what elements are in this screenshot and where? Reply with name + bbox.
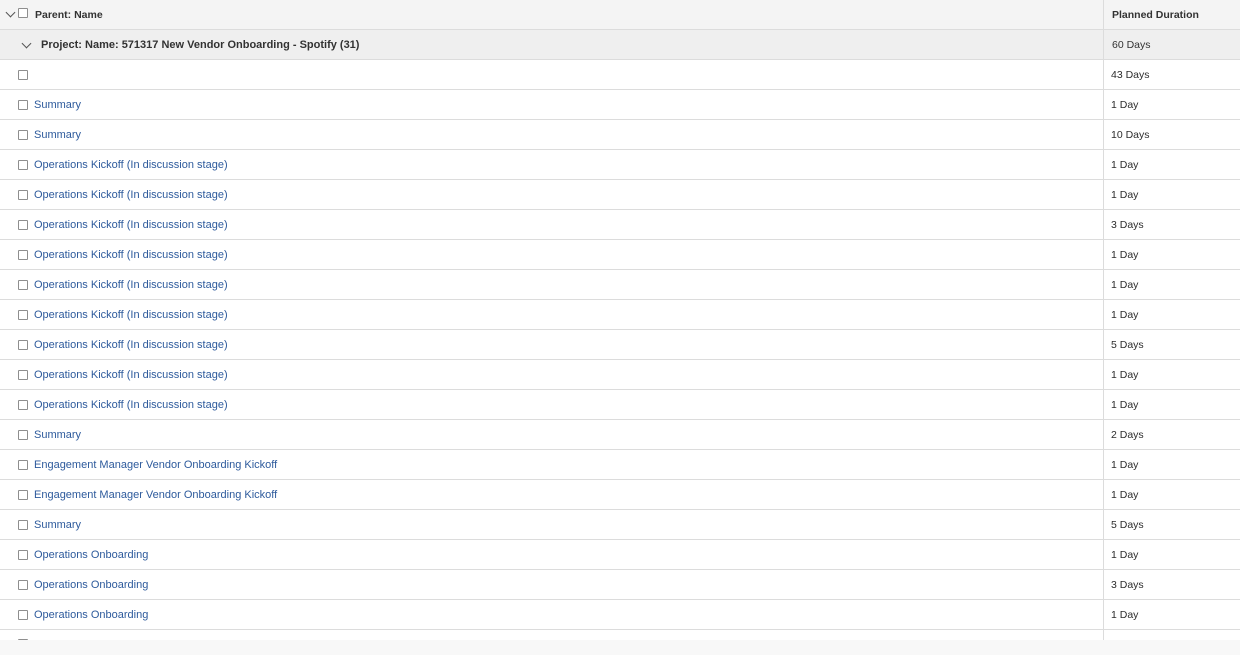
table-row[interactable]: Operations Kickoff (In discussion stage)… (0, 150, 1240, 180)
name-column-header[interactable]: Parent: Name (0, 0, 1104, 29)
planned-duration: 43 Days (1111, 68, 1150, 81)
table-row[interactable]: Operations Kickoff (In discussion stage)… (0, 330, 1240, 360)
row-checkbox[interactable] (18, 430, 28, 440)
project-group-row[interactable]: Project: Name: 571317 New Vendor Onboard… (0, 30, 1240, 60)
planned-duration: 1 Day (1111, 608, 1139, 621)
grid-header: Parent: Name Planned Duration (0, 0, 1240, 30)
row-checkbox[interactable] (18, 310, 28, 320)
task-name-link[interactable]: Summary (34, 519, 81, 531)
row-checkbox[interactable] (18, 460, 28, 470)
table-row[interactable]: Engagement Manager Vendor Onboarding Kic… (0, 450, 1240, 480)
table-row[interactable]: Engagement Manager Vendor Onboarding Kic… (0, 480, 1240, 510)
row-checkbox[interactable] (18, 190, 28, 200)
table-row[interactable]: Operations Onboarding 1 Day (0, 600, 1240, 630)
task-name-link[interactable]: Operations Onboarding (34, 579, 148, 591)
row-checkbox[interactable] (18, 490, 28, 500)
planned-duration: 1 Day (1111, 278, 1139, 291)
table-row[interactable]: Operations Kickoff (In discussion stage)… (0, 360, 1240, 390)
table-row[interactable]: Operations Kickoff (In discussion stage)… (0, 270, 1240, 300)
row-checkbox[interactable] (18, 70, 28, 80)
table-row[interactable]: Operations Kickoff (In discussion stage)… (0, 240, 1240, 270)
table-row[interactable]: Summary 2 Days (0, 420, 1240, 450)
select-all-checkbox[interactable] (18, 8, 28, 18)
project-group-label: Project: Name: 571317 New Vendor Onboard… (41, 38, 360, 51)
table-row[interactable]: Summary 5 Days (0, 510, 1240, 540)
planned-duration: 1 Day (1111, 548, 1139, 561)
task-name-link[interactable]: Operations Kickoff (In discussion stage) (34, 249, 228, 261)
table-row[interactable]: Operations Kickoff (In discussion stage)… (0, 180, 1240, 210)
task-name-link[interactable]: Operations Kickoff (In discussion stage) (34, 339, 228, 351)
name-column-label: Parent: Name (35, 8, 103, 21)
task-name-link[interactable]: Operations Onboarding (34, 609, 148, 621)
table-row[interactable]: 43 Days (0, 60, 1240, 90)
planned-duration: 2 Days (1111, 428, 1144, 441)
planned-duration: 5 Days (1111, 518, 1144, 531)
planned-duration: 1 Day (1111, 458, 1139, 471)
table-row[interactable]: Summary 1 Day (0, 90, 1240, 120)
row-checkbox[interactable] (18, 100, 28, 110)
planned-duration: 1 Day (1111, 308, 1139, 321)
task-name-link[interactable]: Engagement Manager Vendor Onboarding Kic… (34, 459, 277, 471)
row-checkbox[interactable] (18, 610, 28, 620)
table-row[interactable]: Operations Kickoff (In discussion stage)… (0, 210, 1240, 240)
task-name-link[interactable]: Operations Kickoff (In discussion stage) (34, 399, 228, 411)
task-name-link[interactable]: Operations Kickoff (In discussion stage) (34, 309, 228, 321)
planned-duration: 1 Day (1111, 398, 1139, 411)
table-row[interactable]: Operations Onboarding 3 Days (0, 570, 1240, 600)
row-checkbox[interactable] (18, 250, 28, 260)
planned-duration: 3 Days (1111, 578, 1144, 591)
row-checkbox[interactable] (18, 639, 28, 640)
task-name-link[interactable]: Summary (34, 429, 81, 441)
planned-duration: 1 Day (1111, 248, 1139, 261)
planned-duration: 1 Day (1111, 158, 1139, 171)
task-name-link[interactable]: Operations Kickoff (In discussion stage) (34, 159, 228, 171)
chevron-down-icon[interactable] (5, 7, 16, 18)
collapse-group-chevron-icon[interactable] (21, 38, 32, 49)
task-name-link[interactable]: Summary (34, 129, 81, 141)
row-checkbox[interactable] (18, 400, 28, 410)
task-name-link[interactable]: Operations Kickoff (In discussion stage) (34, 219, 228, 231)
task-name-link[interactable]: Engagement Manager Vendor Onboarding Kic… (34, 489, 277, 501)
row-checkbox[interactable] (18, 340, 28, 350)
task-name-link[interactable]: Summary (34, 99, 81, 111)
row-checkbox[interactable] (18, 160, 28, 170)
row-checkbox[interactable] (18, 520, 28, 530)
planned-duration: 1 Day (1111, 368, 1139, 381)
task-name-link[interactable]: Operations Kickoff (In discussion stage) (34, 369, 228, 381)
group-duration: 60 Days (1112, 38, 1151, 51)
task-name-link[interactable]: Operations Kickoff (In discussion stage) (34, 189, 228, 201)
row-checkbox[interactable] (18, 580, 28, 590)
duration-column-header[interactable]: Planned Duration (1104, 0, 1240, 29)
table-row[interactable]: Operations Onboarding 1 Day (0, 540, 1240, 570)
table-row[interactable]: Summary 10 Days (0, 120, 1240, 150)
row-checkbox[interactable] (18, 370, 28, 380)
table-row[interactable]: Operations Kickoff (In discussion stage)… (0, 390, 1240, 420)
table-row[interactable]: Operations Kickoff (In discussion stage)… (0, 300, 1240, 330)
planned-duration: 5 Days (1111, 338, 1144, 351)
row-checkbox[interactable] (18, 550, 28, 560)
planned-duration: 1 Day (1111, 188, 1139, 201)
table-row-partial (0, 630, 1240, 640)
row-checkbox[interactable] (18, 220, 28, 230)
row-checkbox[interactable] (18, 280, 28, 290)
planned-duration: 1 Day (1111, 98, 1139, 111)
planned-duration: 3 Days (1111, 218, 1144, 231)
task-name-link[interactable]: Operations Kickoff (In discussion stage) (34, 279, 228, 291)
task-grid: Parent: Name Planned Duration Project: N… (0, 0, 1240, 640)
row-checkbox[interactable] (18, 130, 28, 140)
planned-duration: 10 Days (1111, 128, 1150, 141)
planned-duration: 1 Day (1111, 488, 1139, 501)
task-name-link[interactable]: Operations Onboarding (34, 549, 148, 561)
